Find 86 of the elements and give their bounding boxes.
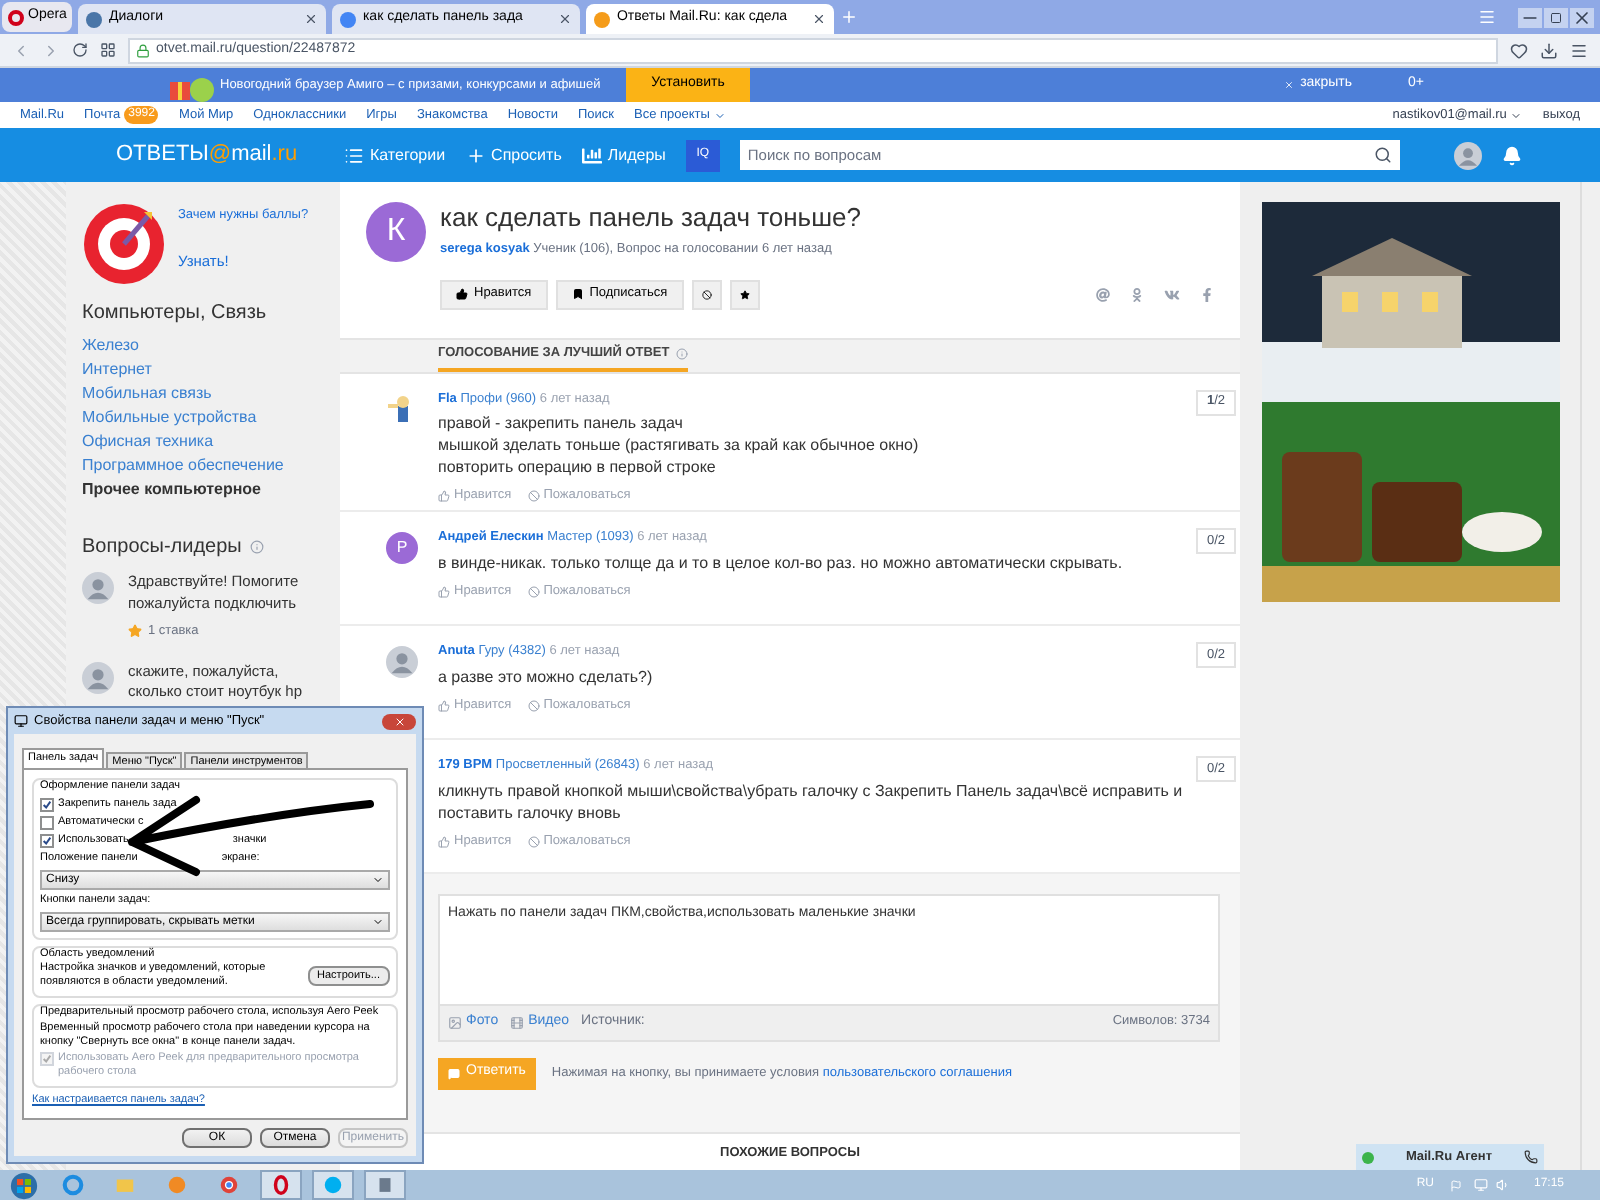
chrome-icon[interactable] <box>218 1174 240 1196</box>
maximize-icon[interactable] <box>1544 8 1568 28</box>
avatar-icon <box>82 572 114 604</box>
leaders-title: Вопросы-лидеры <box>82 534 242 562</box>
opera-icon <box>8 9 24 25</box>
status-online-icon <box>1362 1151 1374 1163</box>
dropdown-icon <box>1510 109 1523 121</box>
avatar-icon: Р <box>386 532 418 565</box>
checkbox[interactable] <box>40 834 54 848</box>
answer-text: а разве это можно сделать?) <box>438 665 655 688</box>
category-link[interactable]: Железо <box>82 336 324 356</box>
reload-icon[interactable] <box>72 42 88 58</box>
volume-icon[interactable] <box>1495 1178 1510 1192</box>
browser-icon[interactable] <box>62 1174 84 1196</box>
category-link[interactable]: Мобильные устройства <box>82 408 324 428</box>
checkbox[interactable] <box>40 816 54 830</box>
minimize-icon[interactable] <box>1518 8 1542 28</box>
block-icon <box>527 586 540 598</box>
search-icon[interactable] <box>1373 146 1392 164</box>
star-icon <box>128 624 142 639</box>
answer-text: правой - закрепить панель задач <box>438 412 685 435</box>
thumbs-up-icon <box>438 586 450 598</box>
category-link[interactable]: Программное обеспечение <box>82 456 324 476</box>
avatar-icon <box>386 646 418 679</box>
block-icon <box>527 699 540 712</box>
bookmark-icon <box>571 288 584 301</box>
block-icon <box>527 835 540 848</box>
block-icon[interactable] <box>691 279 722 310</box>
scrollbar[interactable] <box>1580 182 1600 1172</box>
header-nav-link[interactable]: Спросить <box>465 143 562 167</box>
lock-icon <box>136 43 150 57</box>
category-link[interactable]: Прочее компьютерное <box>82 480 324 500</box>
header-nav-link[interactable]: Лидеры <box>581 143 666 167</box>
author-avatar: К <box>366 202 426 262</box>
notifications-bell-icon[interactable] <box>1501 145 1522 165</box>
info-icon[interactable] <box>249 540 264 554</box>
phone-icon[interactable] <box>1524 1150 1538 1164</box>
answer-text: мышкой зделать тоньше (растягивать за край как обычное окно) <box>438 434 921 457</box>
close-icon[interactable] <box>304 12 319 26</box>
share-odnoklassniki-icon[interactable] <box>1130 287 1144 302</box>
close-icon[interactable] <box>1570 8 1594 28</box>
share-vk-icon[interactable] <box>1164 287 1180 302</box>
target-icon <box>82 202 166 286</box>
checkbox[interactable] <box>40 798 54 812</box>
thumbs-up-icon <box>456 288 468 301</box>
category-link[interactable]: Мобильная связь <box>82 384 324 404</box>
answer-text: повторить операцию в первой строке <box>438 456 718 479</box>
bookmark-heart-icon[interactable] <box>1510 41 1528 59</box>
start-button-icon[interactable] <box>10 1171 38 1199</box>
thumbs-up-icon <box>438 699 450 712</box>
speed-dial-icon[interactable] <box>100 42 116 58</box>
block-icon <box>527 490 540 503</box>
user-avatar <box>1453 141 1482 169</box>
close-icon[interactable] <box>558 12 573 26</box>
question-title: как сделать панель задач тоньше? <box>440 202 863 234</box>
answer-text: в винде-никак. только толще да и то в целое кол-во раз. но можно автоматически скрывать. <box>438 552 1125 575</box>
info-icon <box>675 347 688 360</box>
chart-icon <box>581 145 602 165</box>
category-link[interactable]: Офисная техника <box>82 432 324 452</box>
image-icon <box>448 1015 462 1030</box>
answer-text: кликнуть правой кнопкой мыши\свойства\убрать галочку с Закрепить Панель задач\всё исправить и поставить галочку вновь <box>438 779 1185 824</box>
list-icon <box>344 145 364 165</box>
category-title: Компьютеры, Связь <box>82 300 269 328</box>
share-mail-icon[interactable] <box>1096 287 1110 302</box>
category-link[interactable]: Интернет <box>82 360 324 380</box>
close-icon <box>393 715 405 727</box>
avatar-icon <box>82 661 114 694</box>
close-button[interactable] <box>382 713 416 729</box>
favicon-icon <box>340 11 357 27</box>
favicon-icon <box>86 11 103 27</box>
header-nav-link[interactable]: Категории <box>344 143 446 167</box>
menu-icon[interactable] <box>1570 41 1588 59</box>
thumbs-up-icon <box>438 490 450 503</box>
site-logo[interactable]: ОТВЕТЫ@mail.ru <box>116 138 344 172</box>
download-icon[interactable] <box>1540 41 1558 59</box>
speech-bubble-icon <box>448 1067 460 1080</box>
thumbs-up-icon <box>438 835 450 848</box>
close-icon[interactable] <box>812 12 827 26</box>
new-tab-icon[interactable] <box>840 8 859 26</box>
film-icon <box>510 1015 525 1030</box>
opera-icon[interactable] <box>270 1174 292 1196</box>
plus-icon <box>465 145 486 165</box>
favicon-icon <box>594 11 611 27</box>
back-icon[interactable] <box>12 41 30 59</box>
share-facebook-icon[interactable] <box>1200 287 1214 302</box>
forward-icon[interactable] <box>42 41 60 59</box>
